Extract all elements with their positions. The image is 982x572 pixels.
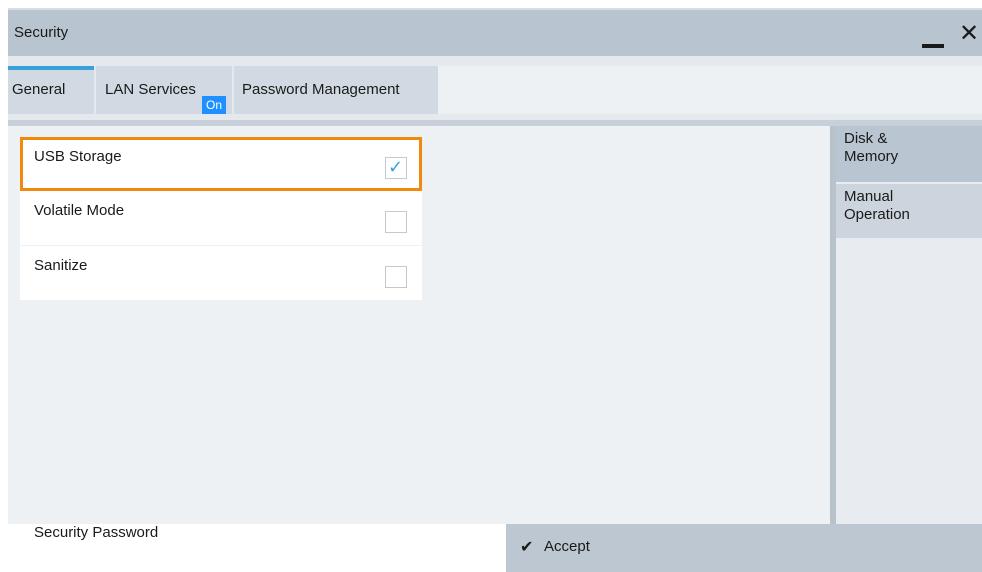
checkmark-icon: ✓ (388, 157, 404, 177)
tab-general[interactable]: General (8, 66, 94, 114)
usb-storage-row[interactable]: USB Storage ✓ (20, 137, 422, 191)
content-area: USB Storage ✓ Volatile Mode Sanitize Dis… (8, 120, 982, 524)
tab-strip-filler (438, 66, 982, 114)
volatile-mode-label: Volatile Mode (34, 202, 125, 219)
minimize-button[interactable] (918, 30, 948, 50)
close-button[interactable]: ✕ (956, 20, 982, 48)
tab-lan-services[interactable]: LAN Services On (96, 66, 232, 114)
volatile-mode-checkbox[interactable] (385, 211, 407, 233)
minimize-icon (922, 44, 944, 48)
accept-label: Accept (544, 538, 590, 555)
close-icon: ✕ (958, 20, 980, 47)
status-badge: On (202, 96, 226, 114)
tab-general-label: General (12, 81, 66, 98)
volatile-mode-row[interactable]: Volatile Mode (20, 191, 422, 245)
window-title: Security (14, 24, 69, 41)
security-dialog: Security ✕ General LAN Services On Passw… (8, 8, 982, 572)
security-password-label: Security Password (34, 524, 159, 541)
side-item-disk-memory-label: Disk & Memory (844, 130, 899, 165)
side-item-disk-memory[interactable]: Disk & Memory (836, 126, 982, 182)
usb-storage-label: USB Storage (34, 148, 122, 165)
tab-password-management-label: Password Management (242, 81, 400, 98)
sanitize-row[interactable]: Sanitize (20, 246, 422, 300)
tab-bar: General LAN Services On Password Managem… (8, 56, 982, 120)
side-item-manual-operation-label: Manual Operation (844, 188, 910, 223)
bottom-bar: Security Password ✔ Accept (8, 524, 982, 572)
sanitize-label: Sanitize (34, 257, 88, 274)
accept-button[interactable]: ✔ Accept (506, 524, 982, 572)
tab-password-management[interactable]: Password Management (234, 66, 438, 114)
security-password-field[interactable]: Security Password (8, 524, 506, 572)
title-bar: Security ✕ (8, 8, 982, 56)
side-item-manual-operation[interactable]: Manual Operation (836, 182, 982, 238)
tab-lan-services-label: LAN Services (105, 81, 196, 98)
checkmark-icon: ✔ (520, 539, 534, 556)
usb-storage-checkbox[interactable]: ✓ (385, 157, 407, 179)
side-panel: Disk & Memory Manual Operation (836, 126, 982, 524)
sanitize-checkbox[interactable] (385, 266, 407, 288)
